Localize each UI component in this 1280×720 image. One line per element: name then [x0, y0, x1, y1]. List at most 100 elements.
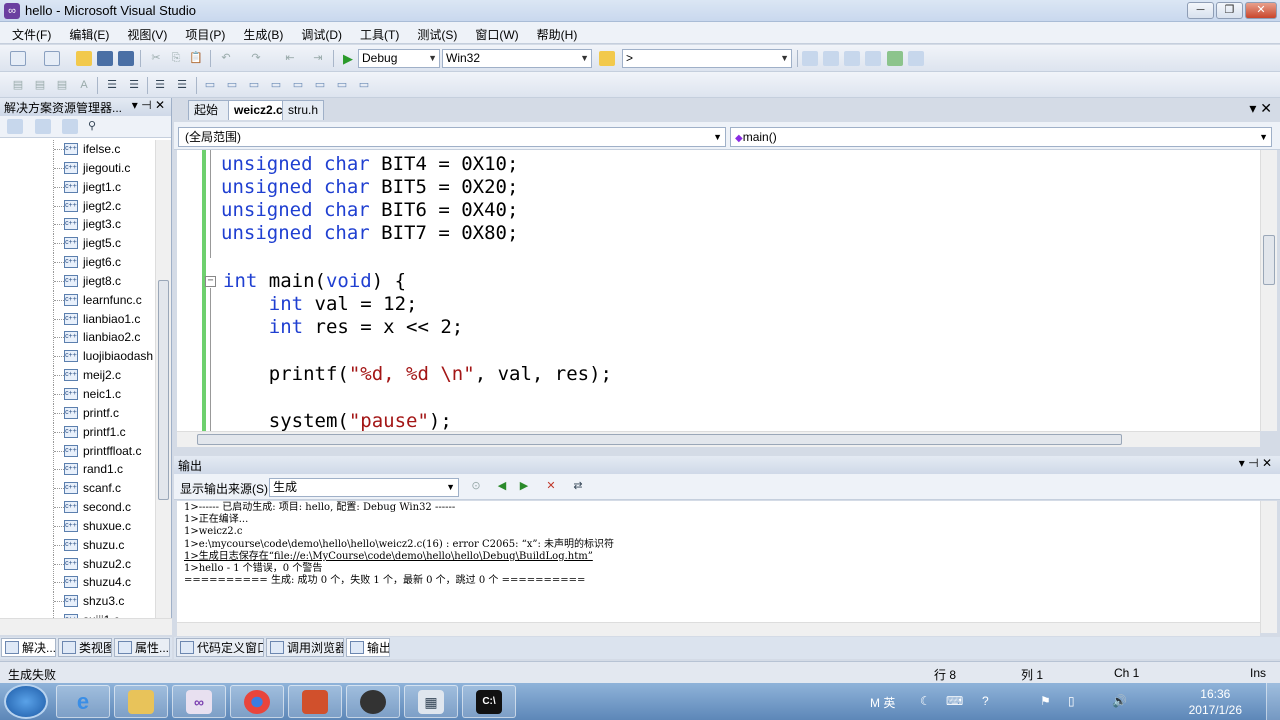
solution-file-item[interactable]: c++ jiegt3.c	[0, 215, 155, 235]
clear-all-icon[interactable]: ✕	[543, 479, 559, 494]
tab-output[interactable]: 输出	[346, 638, 390, 657]
output-horizontal-scrollbar[interactable]	[177, 622, 1260, 636]
tab-solution-explorer[interactable]: 解决...	[1, 638, 56, 657]
solution-file-item[interactable]: c++ jiegt8.c	[0, 271, 155, 291]
taskbar-obs[interactable]	[346, 685, 400, 718]
copy-icon[interactable]: ⎘	[168, 51, 184, 66]
previous-bookmark-icon[interactable]: ▭	[224, 78, 240, 93]
solution-file-item[interactable]: c++ lianbiao1.c	[0, 309, 155, 329]
output-window-buttons[interactable]: ▾ ⊣ ✕	[1239, 456, 1272, 470]
solution-file-item[interactable]: c++ neic1.c	[0, 384, 155, 404]
taskbar-clock[interactable]: 16:36 2017/1/26	[1189, 686, 1242, 718]
next-message-icon[interactable]: ▶	[516, 479, 532, 494]
solution-file-item[interactable]: c++ shzu3.c	[0, 592, 155, 612]
start-button[interactable]	[4, 684, 48, 719]
tab-call-browser[interactable]: 调用浏览器	[266, 638, 344, 657]
toggle-bookmark-icon[interactable]: ▭	[202, 78, 218, 93]
tab-stru-h[interactable]: stru.h	[282, 100, 325, 120]
output-text[interactable]: 1>------ 已启动生成: 项目: hello, 配置: Debug Win…	[177, 501, 1260, 622]
taskbar-explorer[interactable]	[114, 685, 168, 718]
find-message-icon[interactable]: ⊙	[468, 479, 484, 494]
show-desktop-button[interactable]	[1266, 683, 1280, 720]
solution-file-item[interactable]: c++ ifelse.c	[0, 140, 155, 159]
redo-icon[interactable]: ↷	[248, 51, 264, 66]
taskbar-chrome[interactable]	[230, 685, 284, 718]
solution-file-item[interactable]: c++ shuzu.c	[0, 535, 155, 555]
solution-file-item[interactable]: c++ rand1.c	[0, 460, 155, 480]
taskbar-powerpoint[interactable]	[288, 685, 342, 718]
scope-combo[interactable]: (全局范围) ▼	[178, 127, 726, 147]
input-method-indicator[interactable]: M 英	[870, 694, 895, 711]
tab-start-page[interactable]: 起始页	[188, 100, 230, 136]
solution-file-item[interactable]: c++suiji1.c	[0, 611, 155, 618]
properties-icon[interactable]	[7, 119, 23, 134]
platform-combo[interactable]: Win32 ▼	[442, 49, 592, 68]
next-bookmark-icon[interactable]: ▭	[246, 78, 262, 93]
decrease-indent-icon[interactable]: ☰	[104, 78, 120, 93]
moon-icon[interactable]: ☾	[920, 694, 931, 708]
menu-window[interactable]: 窗口(W)	[469, 22, 524, 43]
menu-build[interactable]: 生成(B)	[237, 22, 289, 43]
other-windows-icon[interactable]	[908, 51, 924, 66]
output-vertical-scrollbar[interactable]	[1260, 501, 1277, 633]
network-icon[interactable]: ▯	[1068, 694, 1075, 708]
panel-window-buttons[interactable]: ▾ ⊣ ✕	[132, 98, 165, 112]
show-all-files-icon[interactable]	[35, 119, 51, 134]
previous-message-icon[interactable]: ◀	[494, 479, 510, 494]
navigate-backward-icon[interactable]: ⇤	[282, 51, 298, 66]
solution-file-item[interactable]: c++ learnfunc.c	[0, 290, 155, 310]
object-browser-icon[interactable]	[844, 51, 860, 66]
find-in-files-icon[interactable]	[599, 51, 615, 66]
solution-file-item[interactable]: c++ lianbiao2.c	[0, 328, 155, 348]
menu-file[interactable]: 文件(F)	[6, 22, 57, 43]
open-file-icon[interactable]	[76, 51, 92, 66]
start-page-icon[interactable]	[887, 51, 903, 66]
class-diagram-icon[interactable]: ⚲	[84, 119, 100, 134]
maximize-button[interactable]: ❐	[1216, 2, 1243, 19]
taskbar-visual-studio[interactable]: ∞	[172, 685, 226, 718]
complete-word-icon[interactable]: A	[76, 78, 92, 93]
solution-file-item[interactable]: c++ second.c	[0, 498, 155, 518]
toggle-word-wrap-icon[interactable]: ⇄	[570, 479, 586, 494]
code-horizontal-scrollbar[interactable]	[177, 431, 1260, 447]
solution-file-item[interactable]: c++ meij2.c	[0, 366, 155, 386]
comment-out-icon[interactable]: ☰	[152, 78, 168, 93]
toolbox-icon[interactable]	[865, 51, 881, 66]
menu-test[interactable]: 测试(S)	[411, 22, 463, 43]
refresh-icon[interactable]	[62, 119, 78, 134]
solution-file-item[interactable]: c++ jiegt5.c	[0, 234, 155, 254]
new-project-icon[interactable]	[10, 51, 26, 66]
uncomment-icon[interactable]: ☰	[174, 78, 190, 93]
solution-explorer-icon[interactable]	[802, 51, 818, 66]
volume-icon[interactable]: 🔊	[1112, 694, 1127, 708]
tab-properties[interactable]: 属性...	[114, 638, 170, 657]
undo-icon[interactable]: ↶	[218, 51, 234, 66]
solution-file-item[interactable]: c++ jiegt2.c	[0, 196, 155, 216]
solution-file-item[interactable]: c++ jiegouti.c	[0, 158, 155, 178]
minimize-button[interactable]: ─	[1187, 2, 1214, 19]
paste-icon[interactable]: 📋	[188, 51, 204, 66]
code-editor[interactable]: − unsigned char BIT4 = 0X10; unsigned ch…	[177, 150, 1260, 431]
solution-file-item[interactable]: c++ shuzu2.c	[0, 554, 155, 574]
next-bookmark-doc-icon[interactable]: ▭	[334, 78, 350, 93]
taskbar-ie[interactable]: e	[56, 685, 110, 718]
prev-bookmark-folder-icon[interactable]: ▭	[268, 78, 284, 93]
increase-indent-icon[interactable]: ☰	[126, 78, 142, 93]
solution-file-item[interactable]: c++ luojibiaodash	[0, 347, 155, 367]
solution-file-item[interactable]: c++ printffloat.c	[0, 441, 155, 461]
code-vertical-scrollbar[interactable]	[1260, 150, 1277, 431]
configuration-combo[interactable]: Debug ▼	[358, 49, 440, 68]
build-log-link[interactable]: 1>生成日志保存在“file://e:\MyCourse\code\demo\h…	[184, 551, 1260, 563]
solution-vertical-scrollbar[interactable]	[155, 140, 171, 618]
object-members-icon[interactable]: ▤	[10, 78, 26, 93]
solution-file-item[interactable]: c++ printf.c	[0, 403, 155, 423]
close-button[interactable]: ✕	[1245, 2, 1277, 19]
save-icon[interactable]	[97, 51, 113, 66]
collapse-icon[interactable]: −	[205, 276, 216, 287]
menu-tools[interactable]: 工具(T)	[354, 22, 405, 43]
clear-bookmarks-icon[interactable]: ▭	[356, 78, 372, 93]
solution-file-item[interactable]: c++ printf1.c	[0, 422, 155, 442]
save-all-icon[interactable]	[118, 51, 134, 66]
flag-icon[interactable]: ⚑	[1040, 694, 1051, 708]
keyboard-icon[interactable]: ⌨	[946, 694, 963, 708]
